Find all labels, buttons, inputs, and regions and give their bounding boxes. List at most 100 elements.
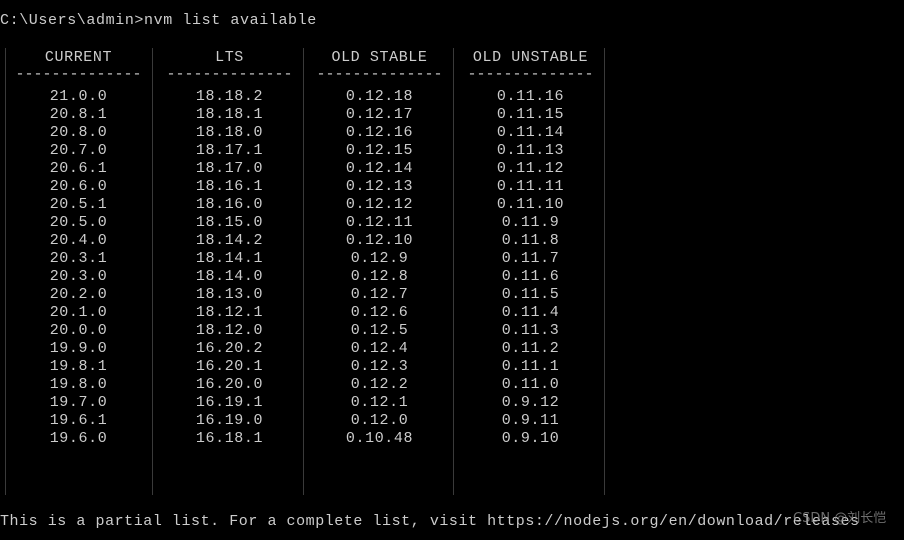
- version-cell: 18.16.1: [195, 178, 264, 195]
- version-cell: 0.12.11: [345, 214, 414, 231]
- column-values-lts: 18.18.2 18.18.1 18.18.0 18.17.1 18.17.0 18.16…: [156, 88, 303, 448]
- version-cell: 20.7.0: [49, 142, 108, 159]
- version-cell: 0.10.48: [345, 430, 414, 447]
- version-cell: 0.9.12: [501, 394, 560, 411]
- version-cell: 18.14.2: [195, 232, 264, 249]
- column-rule-old-unstable: --------------: [467, 69, 594, 81]
- version-cell: 0.12.2: [350, 376, 409, 393]
- version-cell: 16.19.1: [195, 394, 264, 411]
- version-cell: 0.11.9: [501, 214, 560, 231]
- version-cell: 0.11.10: [496, 196, 565, 213]
- column-values-old-stable: 0.12.18 0.12.17 0.12.16 0.12.15 0.12.14 0.12.…: [306, 88, 453, 448]
- version-cell: 20.8.1: [49, 106, 108, 123]
- column-header-lts: LTS: [215, 49, 244, 66]
- column-header-old-stable: OLD STABLE: [331, 49, 428, 66]
- table-column-divider-2: [303, 48, 304, 495]
- version-cell: 16.19.0: [195, 412, 264, 429]
- version-cell: 0.12.10: [345, 232, 414, 249]
- table-column-lts: LTS -------------- 18.18.2 18.18.1 18.18.0…: [156, 48, 303, 495]
- version-cell: 0.11.16: [496, 88, 565, 105]
- version-cell: 0.11.11: [496, 178, 565, 195]
- version-cell: 18.14.1: [195, 250, 264, 267]
- version-cell: 0.12.15: [345, 142, 414, 159]
- version-cell: 20.2.0: [49, 286, 108, 303]
- version-cell: 18.12.0: [195, 322, 264, 339]
- version-cell: 0.12.9: [350, 250, 409, 267]
- version-cell: 19.9.0: [49, 340, 108, 357]
- version-cell: 20.6.0: [49, 178, 108, 195]
- column-rule-old-stable: --------------: [316, 69, 443, 81]
- version-cell: 0.12.17: [345, 106, 414, 123]
- column-header-current: CURRENT: [44, 49, 113, 66]
- version-cell: 20.5.1: [49, 196, 108, 213]
- version-cell: 0.12.16: [345, 124, 414, 141]
- version-cell: 0.11.15: [496, 106, 565, 123]
- version-cell: 18.15.0: [195, 214, 264, 231]
- table-border-right: [604, 48, 605, 495]
- version-cell: 0.9.11: [501, 412, 560, 429]
- version-cell: 0.12.13: [345, 178, 414, 195]
- version-cell: 0.11.2: [501, 340, 560, 357]
- version-cell: 0.11.12: [496, 160, 565, 177]
- version-cell: 18.17.0: [195, 160, 264, 177]
- version-cell: 0.12.7: [350, 286, 409, 303]
- terminal-window[interactable]: C:\Users\admin>nvm list available CURREN…: [0, 0, 904, 540]
- version-cell: 19.8.0: [49, 376, 108, 393]
- version-cell: 20.8.0: [49, 124, 108, 141]
- table-column-current: CURRENT -------------- 21.0.0 20.8.1 20.8.…: [5, 48, 152, 495]
- version-cell: 21.0.0: [49, 88, 108, 105]
- column-rule-current: --------------: [15, 69, 142, 81]
- column-rule-lts: --------------: [166, 69, 293, 81]
- table-column-old-stable: OLD STABLE -------------- 0.12.18 0.12.17…: [306, 48, 453, 495]
- version-cell: 0.11.0: [501, 376, 560, 393]
- version-cell: 0.12.8: [350, 268, 409, 285]
- version-cell: 20.3.0: [49, 268, 108, 285]
- column-values-old-unstable: 0.11.16 0.11.15 0.11.14 0.11.13 0.11.12 0.11.…: [457, 88, 604, 448]
- version-cell: 0.12.5: [350, 322, 409, 339]
- version-cell: 18.17.1: [195, 142, 264, 159]
- version-cell: 0.12.18: [345, 88, 414, 105]
- version-cell: 16.18.1: [195, 430, 264, 447]
- version-cell: 20.0.0: [49, 322, 108, 339]
- version-cell: 18.18.2: [195, 88, 264, 105]
- version-cell: 0.12.12: [345, 196, 414, 213]
- table-column-divider-3: [453, 48, 454, 495]
- version-cell: 18.13.0: [195, 286, 264, 303]
- version-cell: 16.20.0: [195, 376, 264, 393]
- version-cell: 18.16.0: [195, 196, 264, 213]
- version-cell: 0.11.5: [501, 286, 560, 303]
- version-cell: 0.11.7: [501, 250, 560, 267]
- version-cell: 0.11.4: [501, 304, 560, 321]
- command-prompt-line: C:\Users\admin>nvm list available: [0, 12, 317, 29]
- version-cell: 0.11.14: [496, 124, 565, 141]
- version-cell: 19.7.0: [49, 394, 108, 411]
- version-cell: 20.5.0: [49, 214, 108, 231]
- version-cell: 0.9.10: [501, 430, 560, 447]
- version-cell: 0.11.8: [501, 232, 560, 249]
- version-cell: 20.6.1: [49, 160, 108, 177]
- version-cell: 20.1.0: [49, 304, 108, 321]
- version-cell: 18.18.1: [195, 106, 264, 123]
- version-cell: 19.6.0: [49, 430, 108, 447]
- version-cell: 0.11.1: [501, 358, 560, 375]
- version-cell: 20.4.0: [49, 232, 108, 249]
- version-cell: 0.11.3: [501, 322, 560, 339]
- version-cell: 0.12.3: [350, 358, 409, 375]
- version-cell: 0.12.4: [350, 340, 409, 357]
- version-cell: 19.6.1: [49, 412, 108, 429]
- version-cell: 18.12.1: [195, 304, 264, 321]
- version-cell: 0.12.0: [350, 412, 409, 429]
- node-version-table: CURRENT -------------- 21.0.0 20.8.1 20.8.…: [5, 48, 605, 495]
- version-cell: 0.11.6: [501, 268, 560, 285]
- partial-list-notice: This is a partial list. For a complete l…: [0, 513, 860, 530]
- version-cell: 20.3.1: [49, 250, 108, 267]
- column-values-current: 21.0.0 20.8.1 20.8.0 20.7.0 20.6.1 20.6.0 20.5…: [5, 88, 152, 448]
- column-header-old-unstable: OLD UNSTABLE: [472, 49, 589, 66]
- version-cell: 19.8.1: [49, 358, 108, 375]
- table-column-old-unstable: OLD UNSTABLE -------------- 0.11.16 0.11.…: [457, 48, 604, 495]
- table-column-divider-1: [152, 48, 153, 495]
- version-cell: 0.12.6: [350, 304, 409, 321]
- version-cell: 16.20.2: [195, 340, 264, 357]
- version-cell: 18.14.0: [195, 268, 264, 285]
- version-cell: 0.11.13: [496, 142, 565, 159]
